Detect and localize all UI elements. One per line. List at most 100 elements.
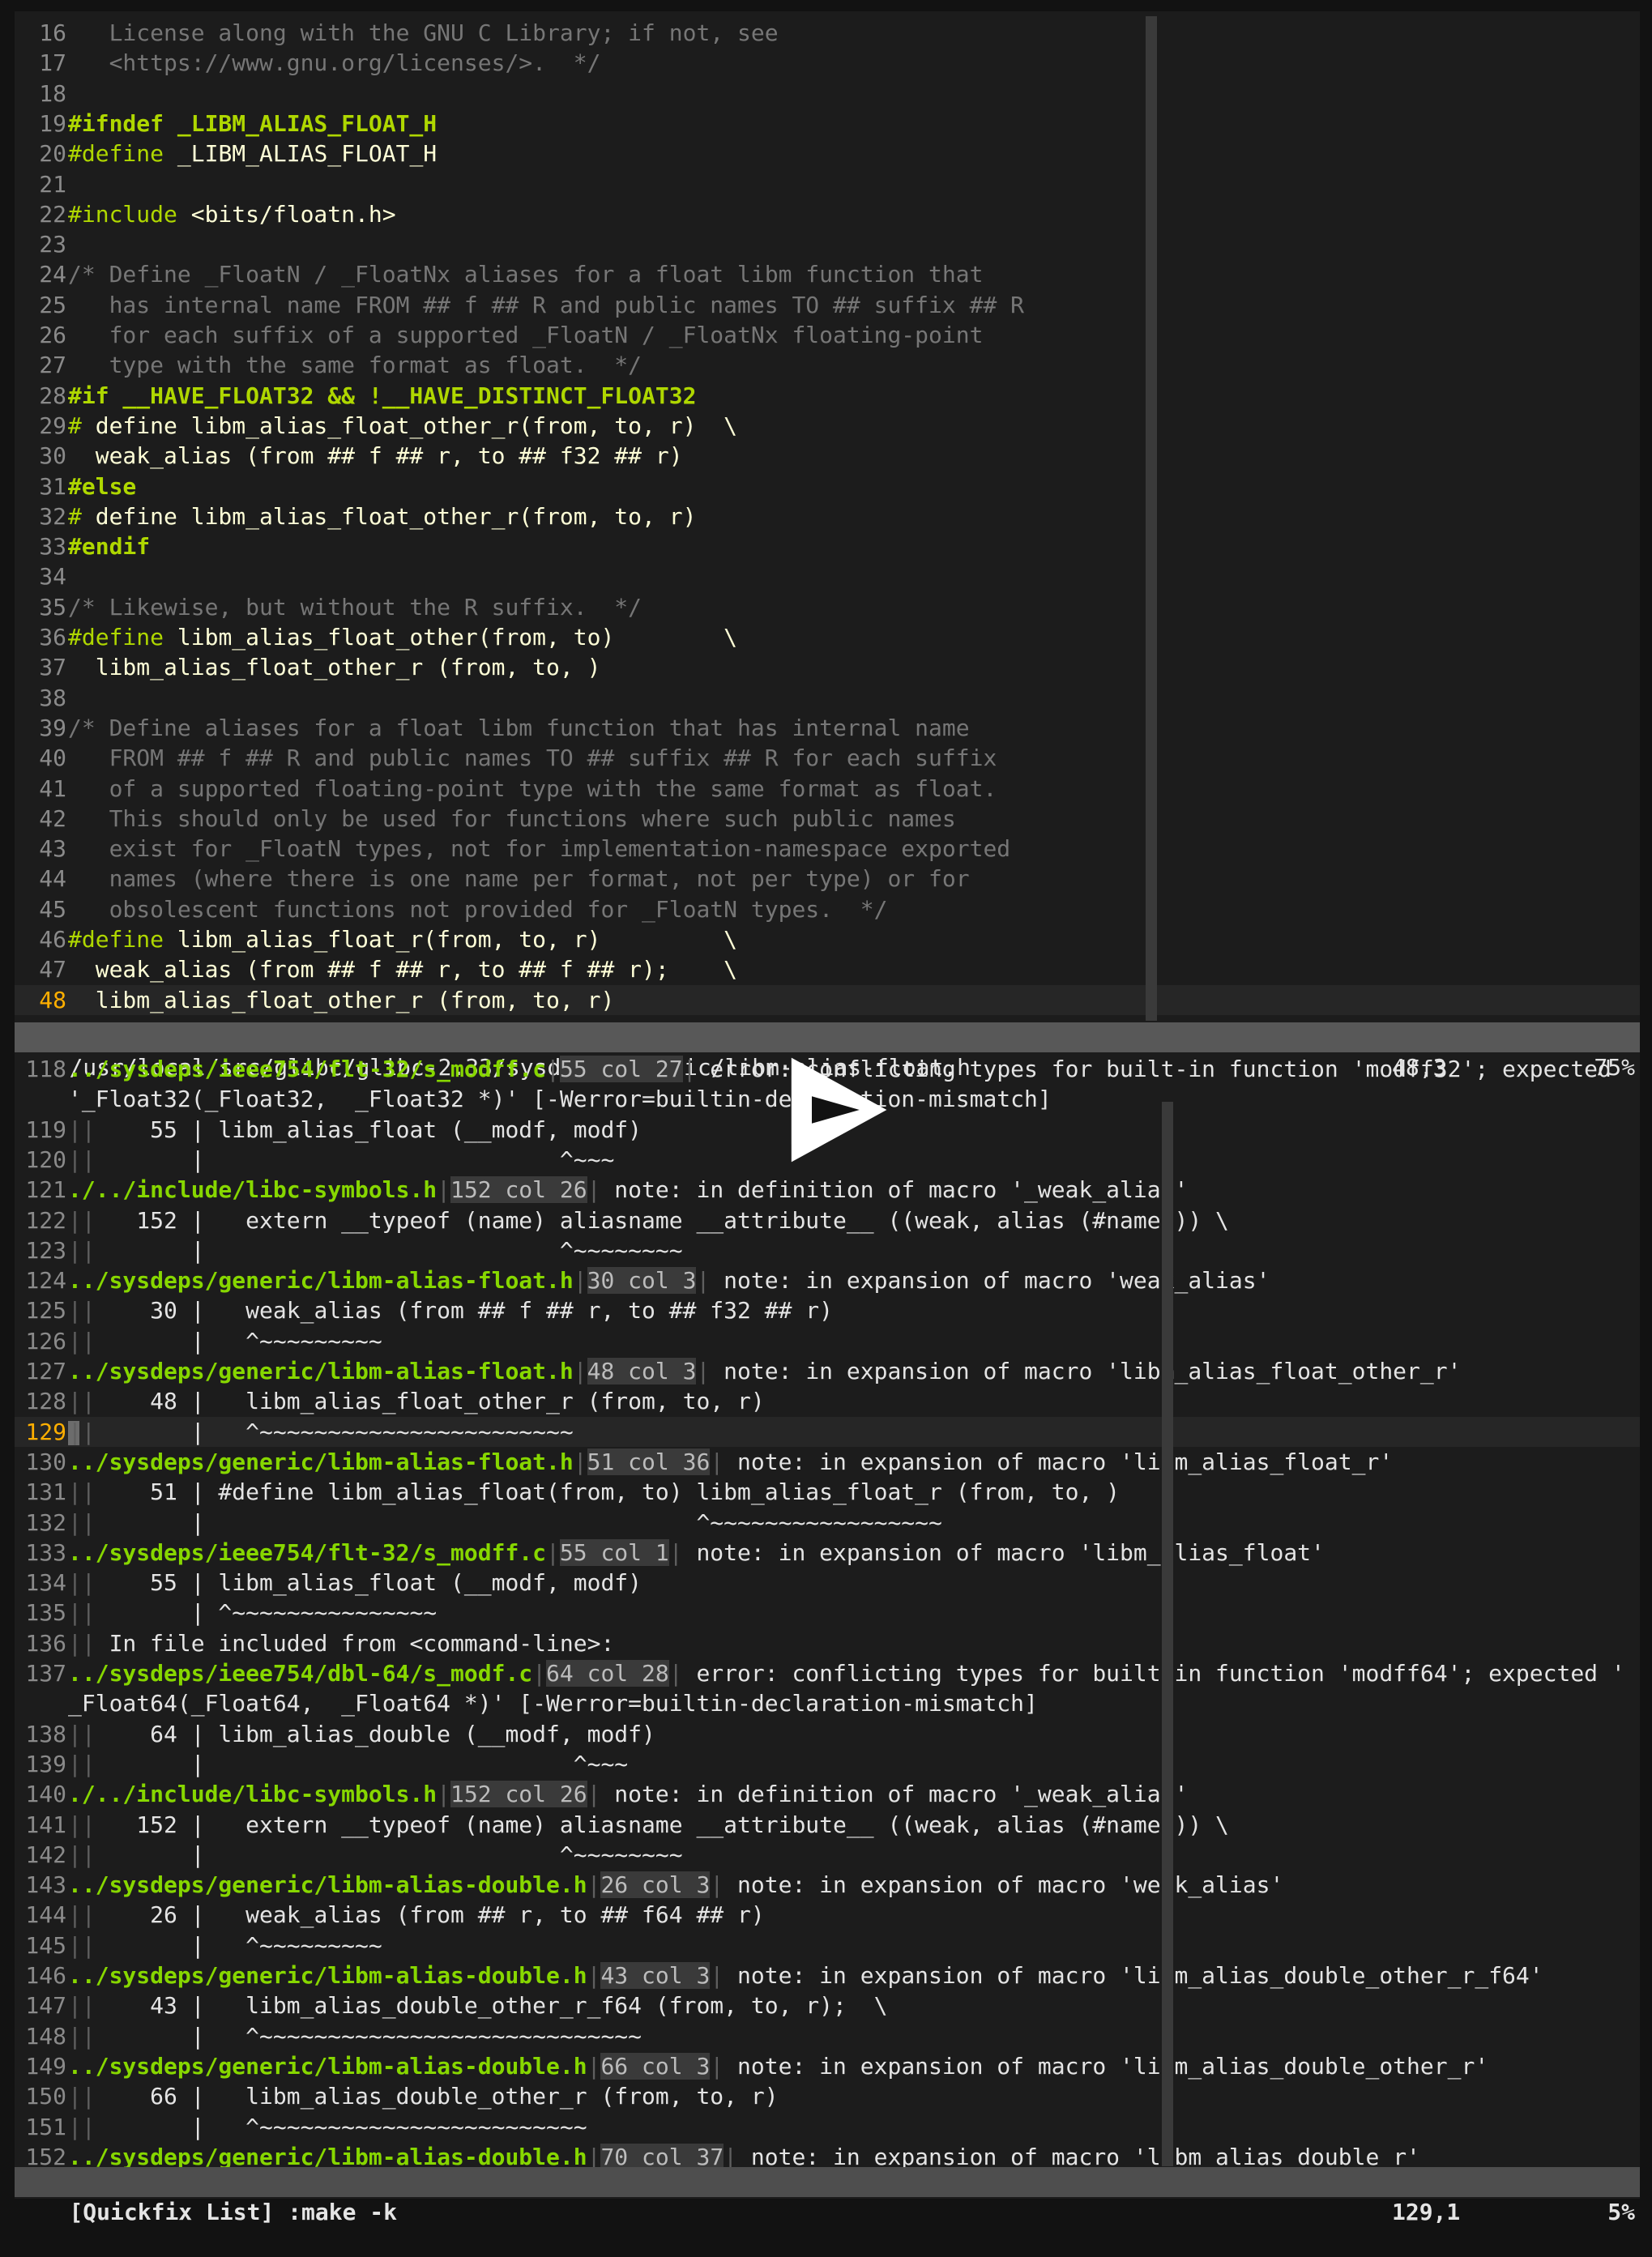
- code-line[interactable]: 25 has internal name FROM ## f ## R and …: [15, 290, 1640, 320]
- quickfix-filename[interactable]: ../sysdeps/generic/libm-alias-float.h: [68, 1358, 574, 1384]
- code-line[interactable]: 23: [15, 229, 1640, 259]
- quickfix-filename[interactable]: ../sysdeps/generic/libm-alias-double.h: [68, 2144, 587, 2167]
- separator: |: [532, 1660, 547, 1687]
- quickfix-entry[interactable]: 149 ../sysdeps/generic/libm-alias-double.…: [15, 2051, 1640, 2081]
- play-icon[interactable]: [778, 1053, 891, 1167]
- quickfix-entry[interactable]: 148 || | ^~~~~~~~~~~~~~~~~~~~~~~~~~~~~: [15, 2021, 1640, 2051]
- quickfix-entry[interactable]: 136 || In file included from <command-lin…: [15, 1628, 1640, 1658]
- code-line[interactable]: 41 of a supported floating-point type wi…: [15, 774, 1640, 804]
- quickfix-cursor-position: 129,1: [1392, 2199, 1461, 2225]
- quickfix-entry[interactable]: 137 ../sysdeps/ieee754/dbl-64/s_modf.c|64…: [15, 1658, 1640, 1688]
- separator: |: [437, 1781, 451, 1808]
- code-line[interactable]: 30 weak_alias (from ## f ## r, to ## f32…: [15, 441, 1640, 471]
- quickfix-entry[interactable]: 140 ./../include/libc-symbols.h|152 col 2…: [15, 1779, 1640, 1809]
- quickfix-filename[interactable]: ../sysdeps/generic/libm-alias-double.h: [68, 1962, 587, 1989]
- code-line[interactable]: 47 weak_alias (from ## f ## r, to ## f #…: [15, 954, 1640, 984]
- code-line[interactable]: 35/* Likewise, but without the R suffix.…: [15, 592, 1640, 622]
- quickfix-entry[interactable]: 143 ../sysdeps/generic/libm-alias-double.…: [15, 1870, 1640, 1900]
- code-line[interactable]: 37 libm_alias_float_other_r (from, to, ): [15, 652, 1640, 682]
- line-number: 36: [39, 624, 66, 651]
- quickfix-detail: 152 | extern __typeof (name) aliasname _…: [95, 1811, 1229, 1838]
- quickfix-filename[interactable]: ./../include/libc-symbols.h: [68, 1176, 437, 1203]
- quickfix-entry[interactable]: 127 ../sysdeps/generic/libm-alias-float.h…: [15, 1356, 1640, 1386]
- quickfix-filename[interactable]: ../sysdeps/generic/libm-alias-double.h: [68, 1871, 587, 1898]
- code-line[interactable]: 17 <https://www.gnu.org/licenses/>. */: [15, 48, 1640, 78]
- code-line[interactable]: 27 type with the same format as float. *…: [15, 350, 1640, 380]
- code-line[interactable]: 44 names (where there is one name per fo…: [15, 864, 1640, 894]
- code-line[interactable]: 38: [15, 683, 1640, 713]
- quickfix-filename[interactable]: ../sysdeps/generic/libm-alias-float.h: [68, 1448, 574, 1475]
- quickfix-filename[interactable]: ../sysdeps/generic/libm-alias-double.h: [68, 2053, 587, 2080]
- code-token: #: [68, 502, 82, 530]
- quickfix-entry[interactable]: 124 ../sysdeps/generic/libm-alias-float.h…: [15, 1265, 1640, 1295]
- quickfix-message: note: in expansion of macro 'libm_alias_…: [682, 1538, 1325, 1566]
- editor-pane[interactable]: 16 License along with the GNU C Library;…: [15, 11, 1640, 1022]
- quickfix-filename[interactable]: ../sysdeps/ieee754/flt-32/s_modff.c: [68, 1056, 546, 1082]
- quickfix-entry[interactable]: 138 || 64 | libm_alias_double (__modf, mo…: [15, 1719, 1640, 1749]
- quickfix-pane[interactable]: 118 ../sysdeps/ieee754/flt-32/s_modff.c|5…: [15, 1052, 1640, 2167]
- code-line[interactable]: 29 # define libm_alias_float_other_r(from…: [15, 411, 1640, 441]
- quickfix-entry[interactable]: 135 || | ^~~~~~~~~~~~~~~~: [15, 1598, 1640, 1628]
- line-number: 46: [39, 926, 66, 953]
- quickfix-scrollbar[interactable]: [1162, 1102, 1173, 2166]
- quickfix-entry[interactable]: 134 || 55 | libm_alias_float (__modf, mod…: [15, 1568, 1640, 1598]
- quickfix-entry[interactable]: 152 ../sysdeps/generic/libm-alias-double.…: [15, 2142, 1640, 2167]
- quickfix-entry[interactable]: 139 || | ^~~~: [15, 1749, 1640, 1779]
- quickfix-entry[interactable]: _Float64(_Float64, _Float64 *)' [-Werror…: [15, 1688, 1640, 1718]
- code-line[interactable]: 19 #ifndef _LIBM_ALIAS_FLOAT_H: [15, 109, 1640, 139]
- quickfix-entry[interactable]: 150 || 66 | libm_alias_double_other_r (fr…: [15, 2081, 1640, 2111]
- code-line[interactable]: 36 #define libm_alias_float_other(from, t…: [15, 622, 1640, 652]
- code-line[interactable]: 48 libm_alias_float_other_r (from, to, r…: [15, 984, 1640, 1015]
- quickfix-entry[interactable]: 126 || | ^~~~~~~~~~: [15, 1326, 1640, 1356]
- quickfix-detail: | ^~~~~~~~~~: [95, 1931, 382, 1959]
- code-line[interactable]: 43 exist for _FloatN types, not for impl…: [15, 834, 1640, 864]
- quickfix-entry[interactable]: 146 ../sysdeps/generic/libm-alias-double.…: [15, 1960, 1640, 1990]
- code-line[interactable]: 28 #if __HAVE_FLOAT32 && !__HAVE_DISTINCT…: [15, 381, 1640, 411]
- code-line[interactable]: 32 # define libm_alias_float_other_r(from…: [15, 501, 1640, 531]
- code-line[interactable]: 46 #define libm_alias_float_r(from, to, r…: [15, 924, 1640, 954]
- code-line[interactable]: 16 License along with the GNU C Library;…: [15, 18, 1640, 48]
- code-line[interactable]: 33 #endif: [15, 531, 1640, 561]
- quickfix-entry[interactable]: 133 ../sysdeps/ieee754/flt-32/s_modff.c|5…: [15, 1538, 1640, 1568]
- quickfix-filename[interactable]: ./../include/libc-symbols.h: [68, 1781, 437, 1807]
- code-line[interactable]: 31 #else: [15, 471, 1640, 501]
- code-line[interactable]: 42 This should only be used for function…: [15, 804, 1640, 834]
- quickfix-entry[interactable]: 151 || | ^~~~~~~~~~~~~~~~~~~~~~~~~: [15, 2112, 1640, 2142]
- quickfix-filename[interactable]: ../sysdeps/ieee754/flt-32/s_modff.c: [68, 1539, 546, 1566]
- quickfix-filename[interactable]: ../sysdeps/generic/libm-alias-float.h: [68, 1267, 574, 1294]
- quickfix-entry[interactable]: 131 || 51 | #define libm_alias_float(from…: [15, 1477, 1640, 1507]
- quickfix-entry[interactable]: 132 || | ^~~~~~~~~~~~~~~~~~: [15, 1508, 1640, 1538]
- code-line[interactable]: 24/* Define _FloatN / _FloatNx aliases f…: [15, 259, 1640, 289]
- code-line[interactable]: 22 #include <bits/floatn.h>: [15, 199, 1640, 229]
- code-token: #define: [68, 624, 164, 651]
- quickfix-entry[interactable]: 144 || 26 | weak_alias (from ## r, to ## …: [15, 1900, 1640, 1930]
- quickfix-entry[interactable]: 122 || 152 | extern __typeof (name) alias…: [15, 1205, 1640, 1235]
- editor-scrollbar[interactable]: [1146, 16, 1157, 1021]
- quickfix-entry[interactable]: 141 || 152 | extern __typeof (name) alias…: [15, 1810, 1640, 1840]
- quickfix-entry[interactable]: 129 || | ^~~~~~~~~~~~~~~~~~~~~~~~: [15, 1416, 1640, 1447]
- code-token: <bits/floatn.h>: [177, 200, 396, 228]
- code-line[interactable]: 18: [15, 79, 1640, 109]
- code-line[interactable]: 21: [15, 169, 1640, 199]
- quickfix-entry[interactable]: 142 || | ^~~~~~~~~: [15, 1840, 1640, 1870]
- code-line[interactable]: 26 for each suffix of a supported _Float…: [15, 320, 1640, 350]
- quickfix-detail: | ^~~~~~~~~~~~~~~~~~~~~~~~~~~~~: [95, 2022, 642, 2050]
- line-number: 40: [39, 745, 66, 772]
- code-line[interactable]: 39/* Define aliases for a float libm fun…: [15, 713, 1640, 743]
- quickfix-entry[interactable]: 123 || | ^~~~~~~~~: [15, 1235, 1640, 1265]
- line-number: 17: [39, 49, 66, 77]
- code-line[interactable]: 34: [15, 561, 1640, 591]
- quickfix-entry[interactable]: 121 ./../include/libc-symbols.h|152 col 2…: [15, 1175, 1640, 1205]
- quickfix-location: 64 col 28: [546, 1660, 669, 1687]
- quickfix-filename[interactable]: ../sysdeps/ieee754/dbl-64/s_modf.c: [68, 1660, 532, 1687]
- separator: |: [587, 1962, 601, 1989]
- quickfix-entry[interactable]: 125 || 30 | weak_alias (from ## f ## r, t…: [15, 1295, 1640, 1325]
- code-line[interactable]: 40 FROM ## f ## R and public names TO ##…: [15, 743, 1640, 773]
- quickfix-detail: 48 | libm_alias_float_other_r (from, to,…: [95, 1388, 765, 1415]
- quickfix-entry[interactable]: 128 || 48 | libm_alias_float_other_r (fro…: [15, 1386, 1640, 1416]
- quickfix-entry[interactable]: 145 || | ^~~~~~~~~~: [15, 1931, 1640, 1960]
- code-line[interactable]: 45 obsolescent functions not provided fo…: [15, 894, 1640, 924]
- quickfix-entry[interactable]: 130 ../sysdeps/generic/libm-alias-float.h…: [15, 1447, 1640, 1477]
- quickfix-entry[interactable]: 147 || 43 | libm_alias_double_other_r_f64…: [15, 1990, 1640, 2020]
- code-line[interactable]: 20 #define _LIBM_ALIAS_FLOAT_H: [15, 139, 1640, 169]
